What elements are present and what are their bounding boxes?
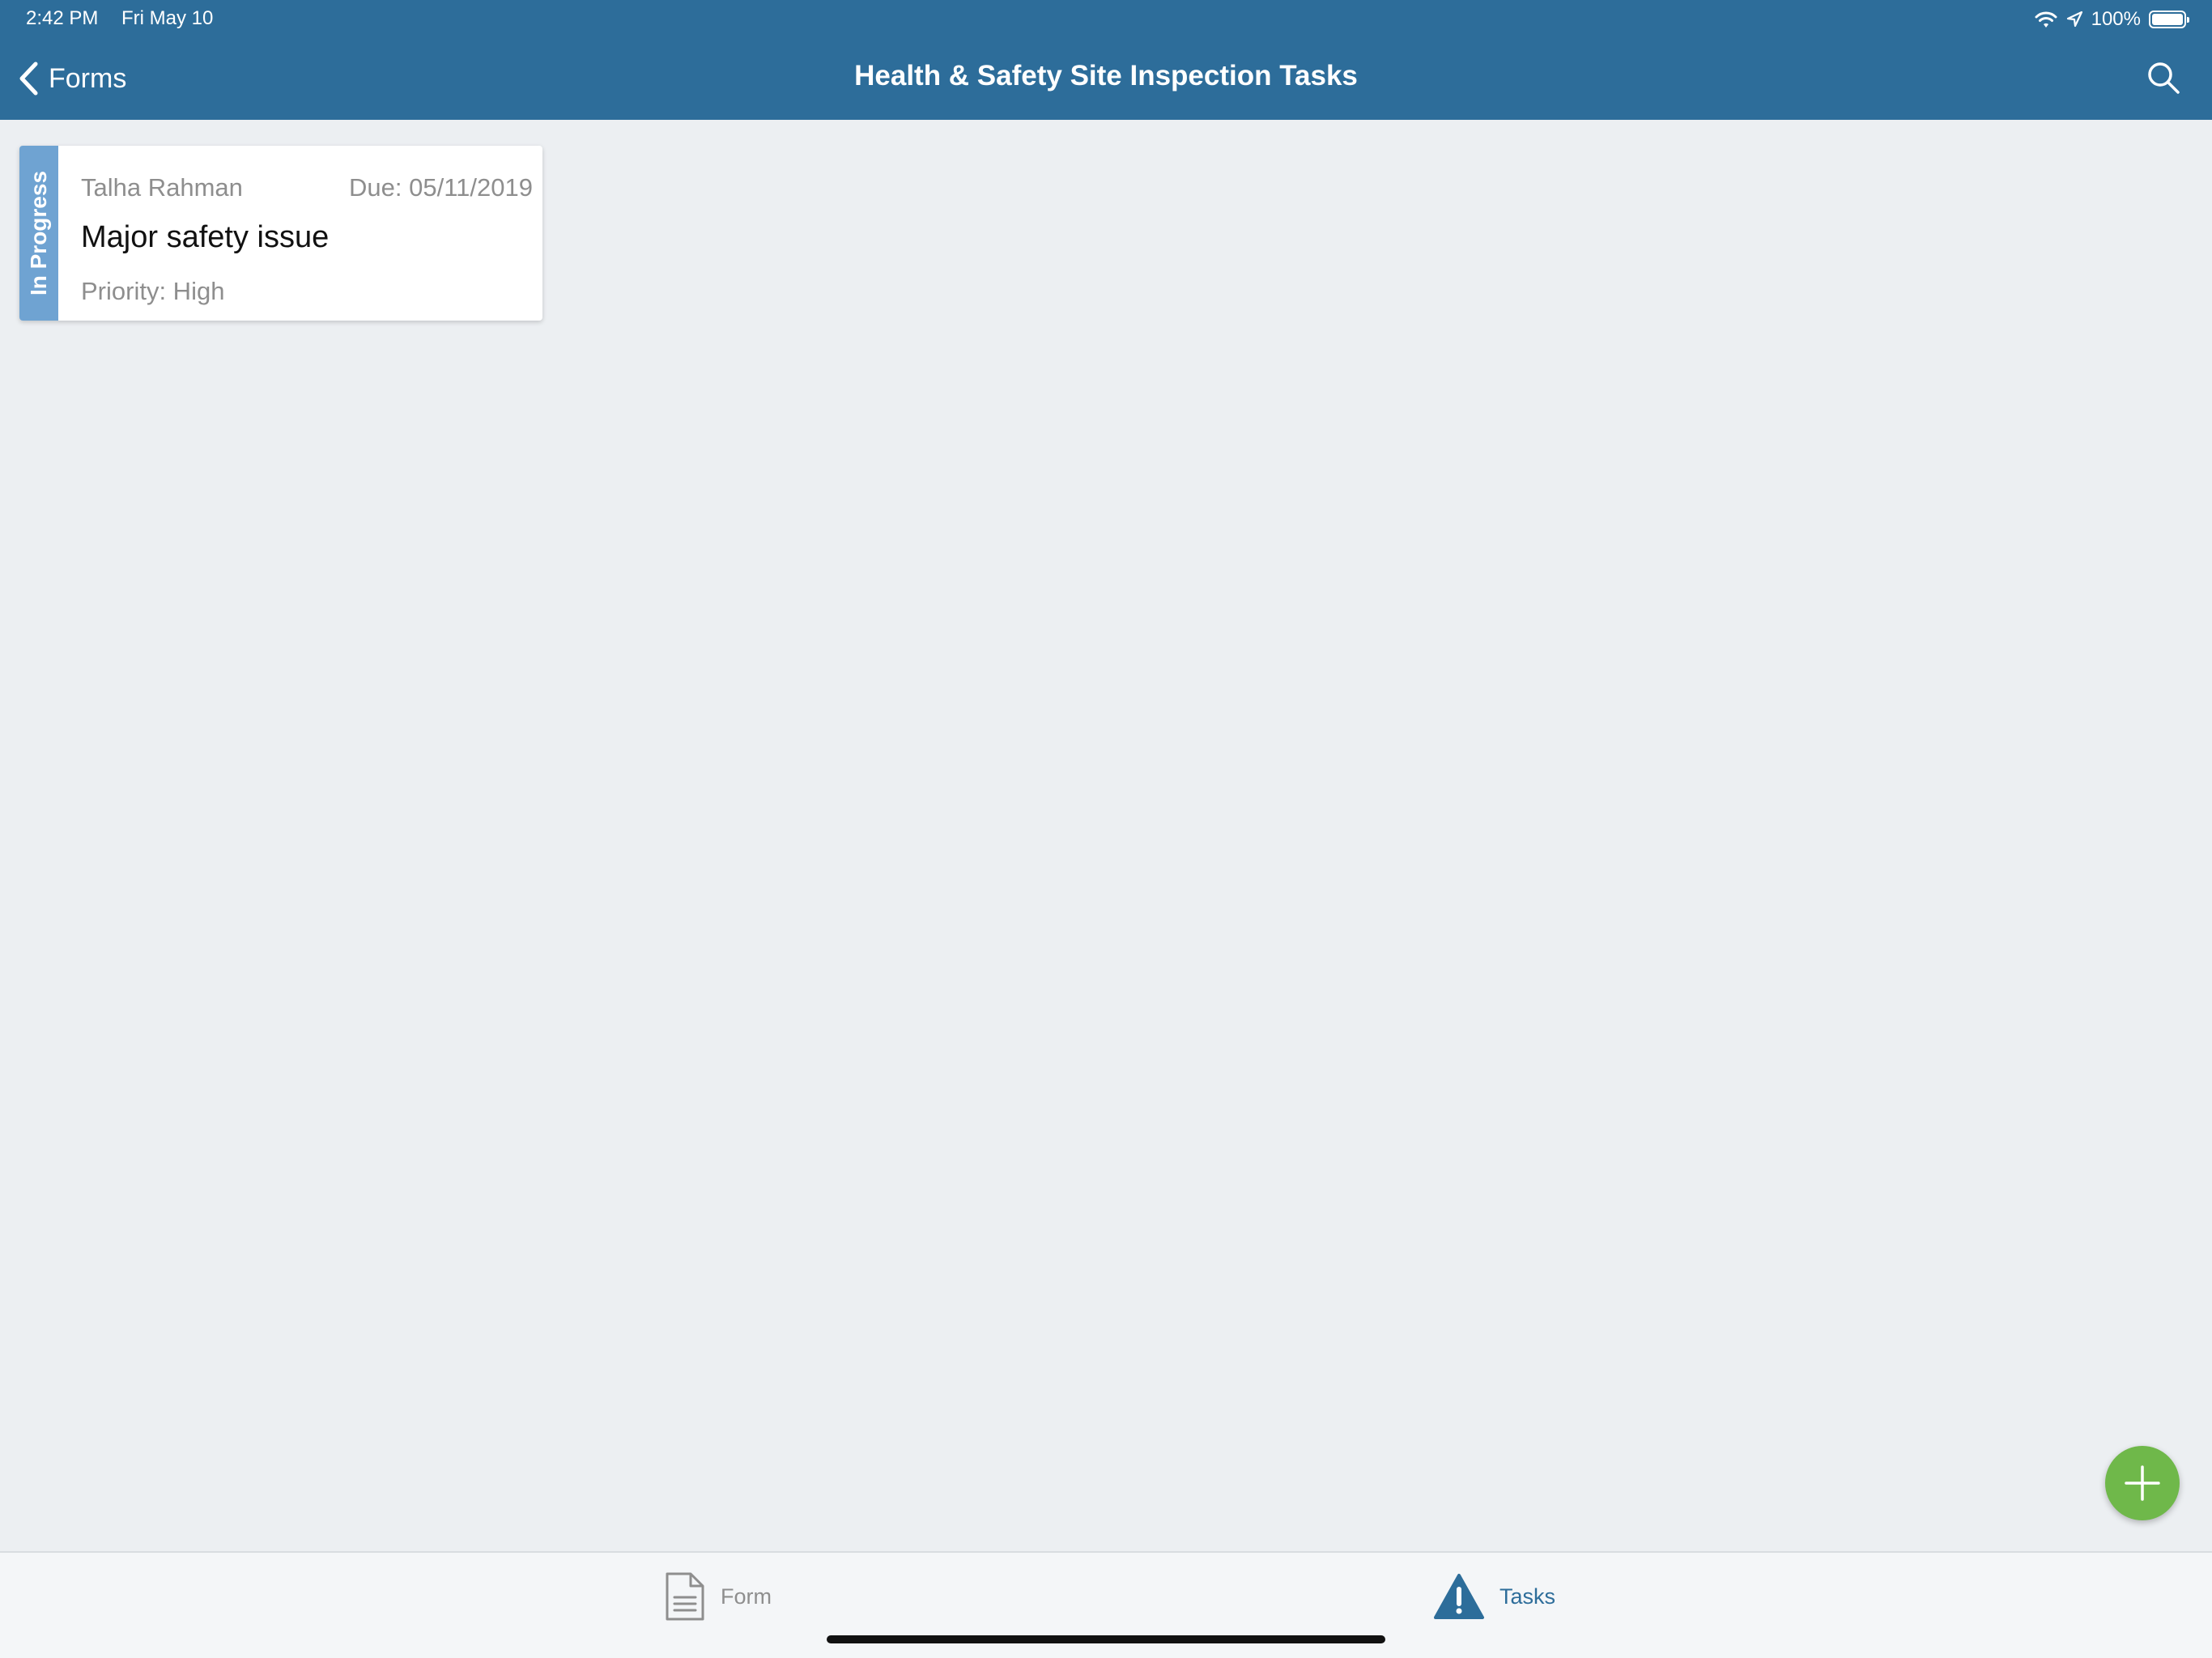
search-button[interactable] — [2146, 60, 2181, 96]
status-date: Fri May 10 — [121, 7, 214, 29]
tab-tasks-label: Tasks — [1499, 1584, 1556, 1609]
task-card[interactable]: In Progress Talha Rahman Due: 05/11/2019… — [19, 146, 542, 321]
task-assignee: Talha Rahman — [81, 173, 243, 202]
battery-percentage: 100% — [2091, 8, 2141, 30]
task-status-strip: In Progress — [19, 146, 58, 321]
plus-icon — [2125, 1465, 2160, 1501]
page-title: Health & Safety Site Inspection Tasks — [854, 60, 1358, 91]
wifi-icon — [2035, 11, 2057, 28]
status-time: 2:42 PM — [26, 7, 99, 29]
tab-form[interactable]: Form — [664, 1569, 772, 1624]
add-task-button[interactable] — [2105, 1446, 2180, 1520]
task-title: Major safety issue — [81, 220, 330, 254]
document-icon — [666, 1572, 704, 1621]
location-arrow-icon — [2066, 11, 2082, 28]
tab-form-label: Form — [721, 1584, 772, 1609]
app-screen: 2:42 PM Fri May 10 100% Forms Health & S… — [0, 0, 2212, 1658]
warning-icon — [1434, 1574, 1484, 1619]
task-due-date: Due: 05/11/2019 — [349, 173, 533, 202]
header: 2:42 PM Fri May 10 100% Forms Health & S… — [0, 0, 2212, 120]
search-icon — [2148, 62, 2180, 94]
tab-tasks[interactable]: Tasks — [1433, 1569, 1555, 1624]
battery-icon — [2149, 11, 2189, 28]
status-bar: 2:42 PM Fri May 10 100% — [0, 0, 2212, 39]
status-indicators: 100% — [2035, 6, 2189, 32]
battery-fill — [2152, 14, 2183, 25]
home-indicator[interactable] — [827, 1635, 1385, 1643]
task-priority: Priority: High — [81, 277, 225, 305]
task-status-label: In Progress — [26, 170, 51, 296]
